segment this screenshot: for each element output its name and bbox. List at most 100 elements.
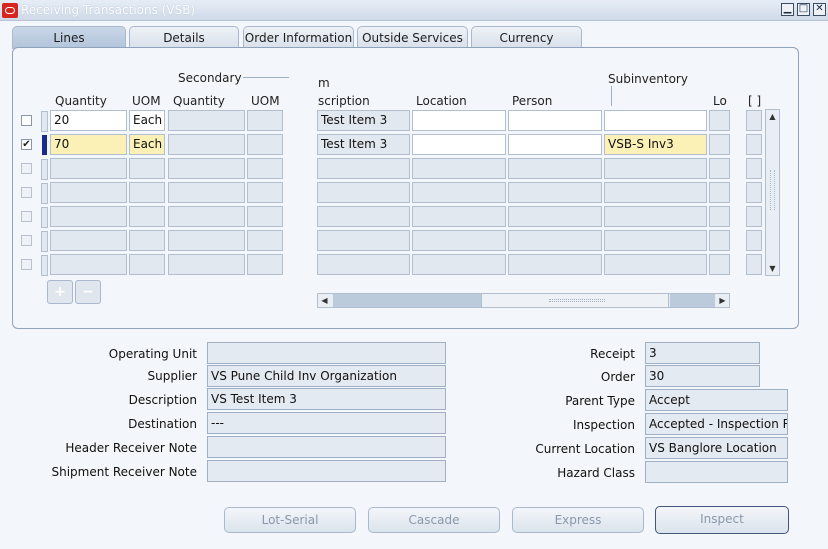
person-field[interactable] — [508, 134, 602, 155]
row-select-checkbox[interactable] — [21, 187, 32, 198]
quantity-field[interactable]: 70 — [50, 134, 127, 155]
vertical-scrollbar[interactable]: ▲ ▼ — [765, 109, 780, 276]
empty-cell[interactable] — [247, 206, 283, 227]
empty-cell[interactable] — [168, 254, 245, 275]
subinventory-field[interactable] — [604, 110, 707, 131]
empty-cell[interactable] — [50, 206, 127, 227]
empty-cell[interactable] — [129, 182, 165, 203]
empty-cell[interactable] — [317, 206, 410, 227]
empty-cell[interactable] — [247, 254, 283, 275]
secondary-uom-field[interactable] — [247, 110, 283, 131]
empty-cell[interactable] — [412, 230, 506, 251]
destination-field[interactable]: --- — [207, 412, 446, 434]
empty-cell[interactable] — [317, 230, 410, 251]
close-button[interactable]: ✕ — [813, 3, 826, 16]
cascade-button[interactable]: Cascade — [368, 507, 500, 533]
empty-cell[interactable] — [412, 254, 506, 275]
empty-cell[interactable] — [317, 182, 410, 203]
empty-cell[interactable] — [247, 182, 283, 203]
description-field[interactable]: Test Item 3 — [317, 134, 410, 155]
locator-field[interactable] — [709, 110, 730, 131]
scroll-left-icon[interactable]: ◀ — [318, 294, 331, 307]
empty-cell[interactable] — [50, 230, 127, 251]
inspection-field[interactable]: Accepted - Inspection R — [645, 413, 788, 435]
empty-cell[interactable] — [746, 182, 762, 203]
row-select-checkbox[interactable] — [21, 259, 32, 270]
empty-cell[interactable] — [129, 254, 165, 275]
row-select-checkbox[interactable] — [21, 235, 32, 246]
scroll-right-icon[interactable]: ▶ — [716, 294, 729, 307]
empty-cell[interactable] — [746, 254, 762, 275]
maximize-button[interactable]: □ — [797, 3, 810, 16]
empty-cell[interactable] — [604, 254, 707, 275]
shipment-receiver-note-field[interactable] — [207, 460, 446, 482]
uom-field[interactable]: Each — [129, 110, 165, 131]
horizontal-scrollbar[interactable]: ◀ ▶ — [317, 293, 730, 308]
empty-cell[interactable] — [746, 206, 762, 227]
hazard-class-field[interactable] — [645, 461, 788, 483]
tab-outside-services[interactable]: Outside Services — [357, 26, 468, 48]
tab-currency[interactable]: Currency — [471, 26, 582, 48]
empty-cell[interactable] — [412, 182, 506, 203]
empty-cell[interactable] — [129, 158, 165, 179]
scroll-down-icon[interactable]: ▼ — [766, 262, 779, 275]
location-field[interactable] — [412, 134, 506, 155]
empty-cell[interactable] — [508, 182, 602, 203]
empty-cell[interactable] — [168, 206, 245, 227]
empty-cell[interactable] — [508, 158, 602, 179]
empty-cell[interactable] — [247, 230, 283, 251]
empty-cell[interactable] — [709, 206, 730, 227]
description-field[interactable]: Test Item 3 — [317, 110, 410, 131]
empty-cell[interactable] — [508, 230, 602, 251]
subinventory-field[interactable]: VSB-S Inv3 — [604, 134, 707, 155]
tab-order-information[interactable]: Order Information — [243, 26, 354, 48]
express-button[interactable]: Express — [512, 507, 644, 533]
row-select-checkbox[interactable] — [21, 115, 32, 126]
empty-cell[interactable] — [746, 230, 762, 251]
folder-field[interactable] — [746, 134, 762, 155]
empty-cell[interactable] — [604, 182, 707, 203]
empty-cell[interactable] — [604, 158, 707, 179]
empty-cell[interactable] — [50, 182, 127, 203]
operating-unit-field[interactable] — [207, 342, 446, 364]
scroll-grip[interactable] — [770, 170, 775, 210]
folder-field[interactable] — [746, 110, 762, 131]
tab-details[interactable]: Details — [129, 26, 239, 48]
minimize-button[interactable]: ▁ — [781, 3, 794, 16]
empty-cell[interactable] — [50, 158, 127, 179]
delete-row-button[interactable]: − — [75, 280, 101, 304]
secondary-quantity-field[interactable] — [168, 110, 245, 131]
empty-cell[interactable] — [709, 230, 730, 251]
empty-cell[interactable] — [168, 158, 245, 179]
empty-cell[interactable] — [508, 206, 602, 227]
secondary-uom-field[interactable] — [247, 134, 283, 155]
empty-cell[interactable] — [247, 158, 283, 179]
quantity-field[interactable]: 20 — [50, 110, 127, 131]
scroll-track-right[interactable] — [670, 294, 715, 307]
empty-cell[interactable] — [508, 254, 602, 275]
empty-cell[interactable] — [709, 254, 730, 275]
add-row-button[interactable]: + — [47, 280, 73, 304]
secondary-quantity-field[interactable] — [168, 134, 245, 155]
empty-cell[interactable] — [412, 206, 506, 227]
supplier-field[interactable]: VS Pune Child Inv Organization — [207, 365, 446, 387]
scroll-up-icon[interactable]: ▲ — [766, 110, 779, 123]
row-select-checkbox[interactable]: ✔ — [21, 139, 32, 150]
row-select-checkbox[interactable] — [21, 211, 32, 222]
row-select-checkbox[interactable] — [21, 163, 32, 174]
empty-cell[interactable] — [412, 158, 506, 179]
locator-field[interactable] — [709, 134, 730, 155]
inspect-button[interactable]: Inspect — [655, 506, 789, 534]
lot-serial-button[interactable]: Lot-Serial — [224, 507, 356, 533]
empty-cell[interactable] — [746, 158, 762, 179]
empty-cell[interactable] — [604, 206, 707, 227]
empty-cell[interactable] — [317, 254, 410, 275]
empty-cell[interactable] — [317, 158, 410, 179]
empty-cell[interactable] — [129, 206, 165, 227]
empty-cell[interactable] — [709, 158, 730, 179]
empty-cell[interactable] — [168, 230, 245, 251]
parent-type-field[interactable]: Accept — [645, 389, 788, 411]
scroll-thumb[interactable] — [481, 294, 669, 307]
empty-cell[interactable] — [709, 182, 730, 203]
empty-cell[interactable] — [604, 230, 707, 251]
